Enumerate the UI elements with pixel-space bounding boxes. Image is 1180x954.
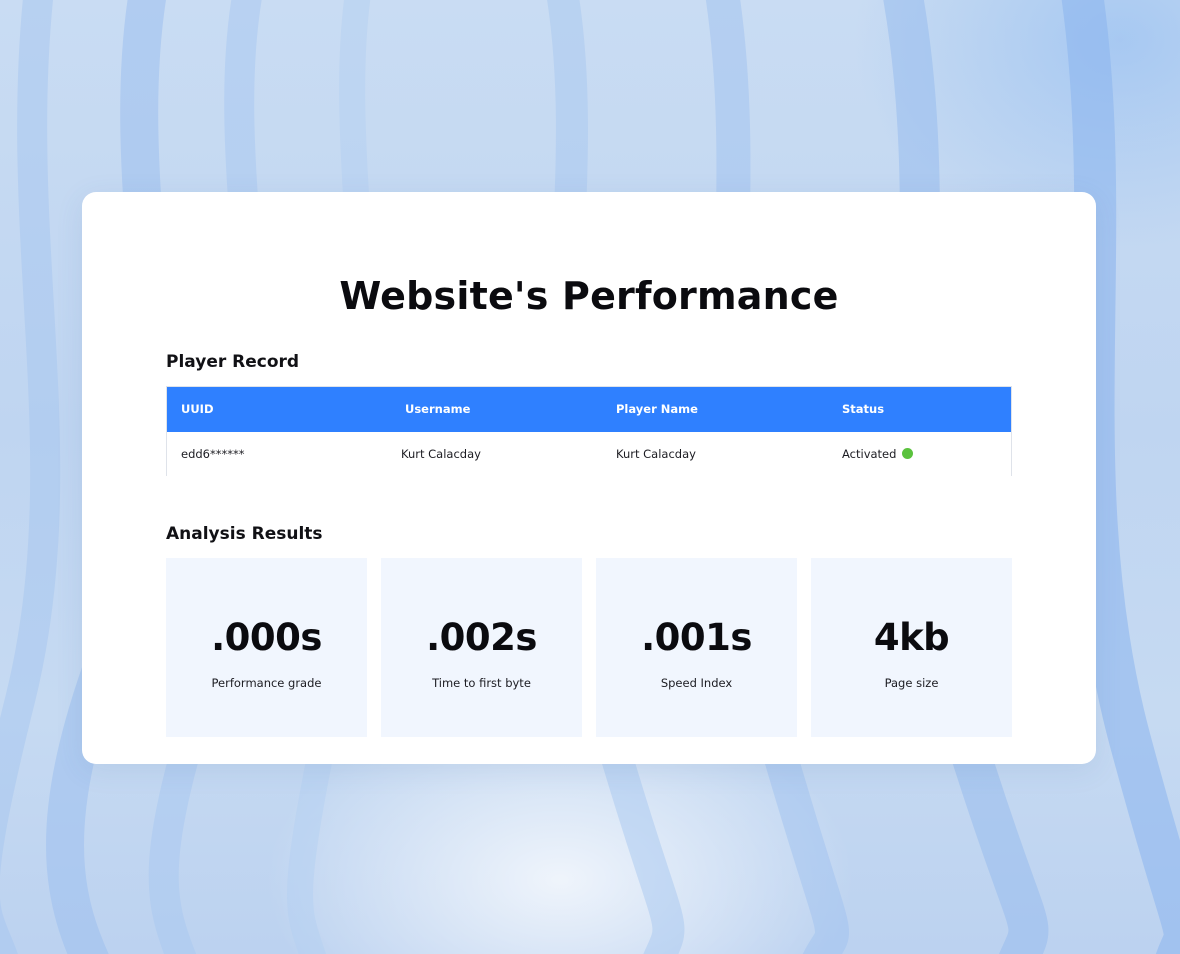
metric-value: 4kb (873, 616, 950, 659)
metric-value: .002s (426, 616, 537, 659)
metric-label: Performance grade (211, 676, 322, 690)
metric-label: Time to first byte (432, 676, 531, 690)
table-row: edd6****** Kurt Calacday Kurt Calacday A… (167, 432, 1011, 476)
metric-page-size: 4kb Page size (811, 558, 1012, 737)
metric-time-to-first-byte: .002s Time to first byte (381, 558, 582, 737)
page-title: Website's Performance (339, 274, 839, 318)
column-header-status: Status (842, 402, 885, 416)
cell-status: Activated (842, 432, 914, 476)
cell-player-name: Kurt Calacday (616, 447, 696, 461)
cell-uuid: edd6****** (181, 447, 245, 461)
metric-speed-index: .001s Speed Index (596, 558, 797, 737)
player-record-heading: Player Record (166, 352, 300, 372)
metric-label: Speed Index (660, 676, 733, 690)
metric-value: .000s (211, 616, 322, 659)
metric-performance-grade: .000s Performance grade (166, 558, 367, 737)
analysis-results-heading: Analysis Results (166, 524, 323, 544)
status-dot-icon (902, 448, 914, 459)
metric-value: .001s (641, 616, 752, 659)
status-label: Activated (842, 447, 897, 461)
table-header: UUID Username Player Name Status (167, 387, 1011, 432)
player-record-table: UUID Username Player Name Status edd6***… (166, 386, 1012, 476)
column-header-uuid: UUID (181, 402, 214, 416)
cell-username: Kurt Calacday (401, 447, 481, 461)
column-header-username: Username (405, 402, 471, 416)
metric-label: Page size (884, 676, 939, 690)
column-header-player-name: Player Name (616, 402, 698, 416)
performance-card: Website's Performance Player Record UUID… (82, 192, 1096, 764)
